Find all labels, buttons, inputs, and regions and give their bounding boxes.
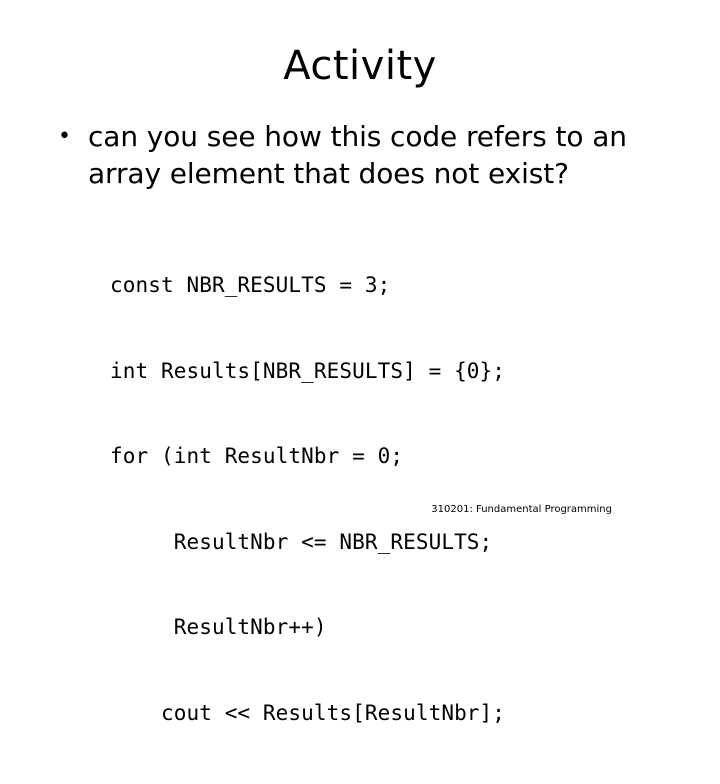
slide: Activity • can you see how this code ref… xyxy=(0,0,720,725)
code-line: cout << Results[ResultNbr]; xyxy=(110,700,506,725)
code-line: int Results[NBR_RESULTS] = {0}; xyxy=(110,358,506,383)
code-line: ResultNbr <= NBR_RESULTS; xyxy=(110,529,493,554)
bullet-point-icon: • xyxy=(58,124,71,149)
code-line: const NBR_RESULTS = 3; xyxy=(110,273,391,297)
page-title: Activity xyxy=(283,43,437,89)
code-block: const NBR_RESULTS = 3; int Results[NBR_R… xyxy=(110,214,505,784)
bullet-list: • can you see how this code refers to an… xyxy=(58,118,678,192)
slide-footer: 310201: Fundamental Programming xyxy=(431,504,612,515)
code-line: for (int ResultNbr = 0; xyxy=(110,444,404,468)
list-item: • can you see how this code refers to an… xyxy=(58,118,678,192)
code-line: ResultNbr++) xyxy=(110,615,327,639)
bullet-item-label: can you see how this code refers to an a… xyxy=(88,120,627,190)
